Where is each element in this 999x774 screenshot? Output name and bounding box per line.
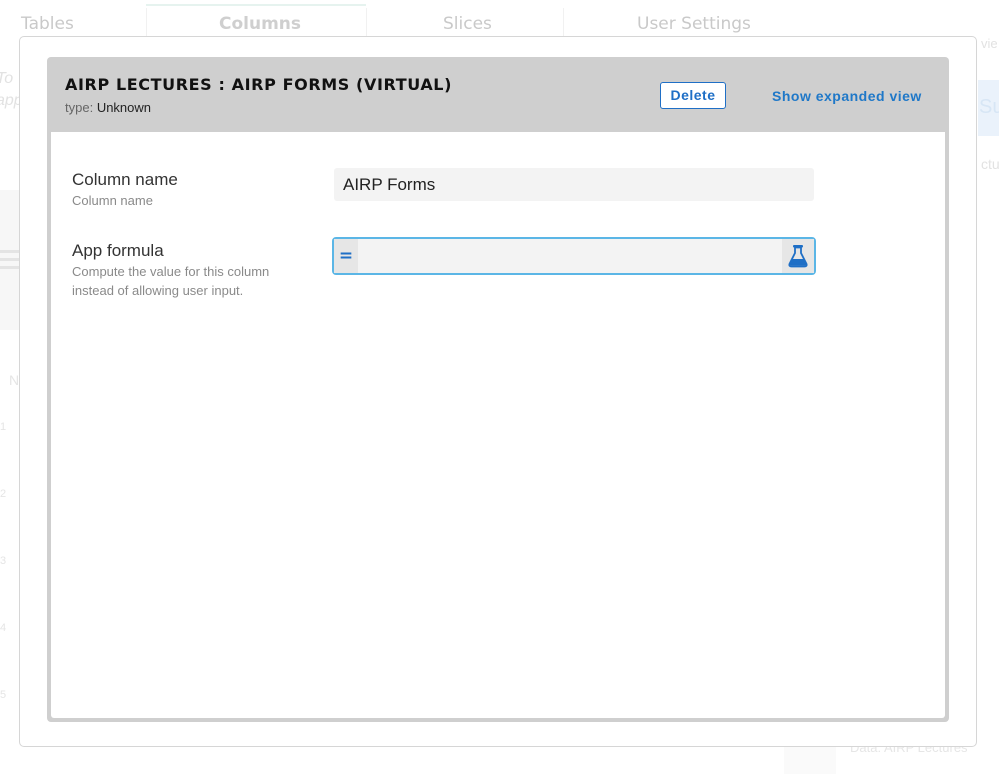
background-row-number: 4 [0,622,7,634]
equals-icon: = [334,239,358,273]
app-formula-field[interactable]: = [332,237,816,275]
active-tab-indicator [146,4,366,6]
show-expanded-view-link[interactable]: Show expanded view [772,88,922,104]
background-line [0,250,20,253]
dialog-body: Column name Column name AIRP Forms App f… [51,132,945,718]
delete-button[interactable]: Delete [660,82,726,109]
tab-user-settings[interactable]: User Settings [637,14,751,34]
flask-icon[interactable] [782,239,814,273]
app-formula-label: App formula [72,241,164,260]
column-name-label: Column name [72,170,178,189]
type-value: Unknown [96,100,152,115]
background-row-number: 2 [0,488,7,500]
background-row-number: 3 [0,555,7,567]
modal: AIRP LECTURES : AIRP FORMS (VIRTUAL) typ… [19,36,977,747]
background-text: vie [981,36,998,51]
background-line [0,258,20,261]
app-formula-help: Compute the value for this column instea… [72,264,270,298]
background-row-number: 1 [0,421,7,433]
tab-columns[interactable]: Columns [219,14,301,34]
background-text: To [0,70,14,87]
flask-icon-glyph [788,245,808,268]
tab-slices[interactable]: Slices [443,14,492,34]
type-label: type: [65,100,94,115]
dialog-header: AIRP LECTURES : AIRP FORMS (VIRTUAL) typ… [47,57,949,131]
column-type: type: Unknown [65,100,151,115]
background-row-number: N [9,372,20,388]
app-formula-input[interactable] [358,239,782,273]
tab-tables[interactable]: Tables [21,14,74,34]
column-name-help: Column name [72,193,153,208]
background-line [0,266,20,269]
dialog-title: AIRP LECTURES : AIRP FORMS (VIRTUAL) [65,75,453,94]
column-name-input[interactable]: AIRP Forms [334,168,814,201]
column-editor-dialog: AIRP LECTURES : AIRP FORMS (VIRTUAL) typ… [47,57,949,722]
background-row-number: 5 [0,689,7,701]
background-text: Su [979,96,999,118]
background-text: ctu [981,156,999,172]
